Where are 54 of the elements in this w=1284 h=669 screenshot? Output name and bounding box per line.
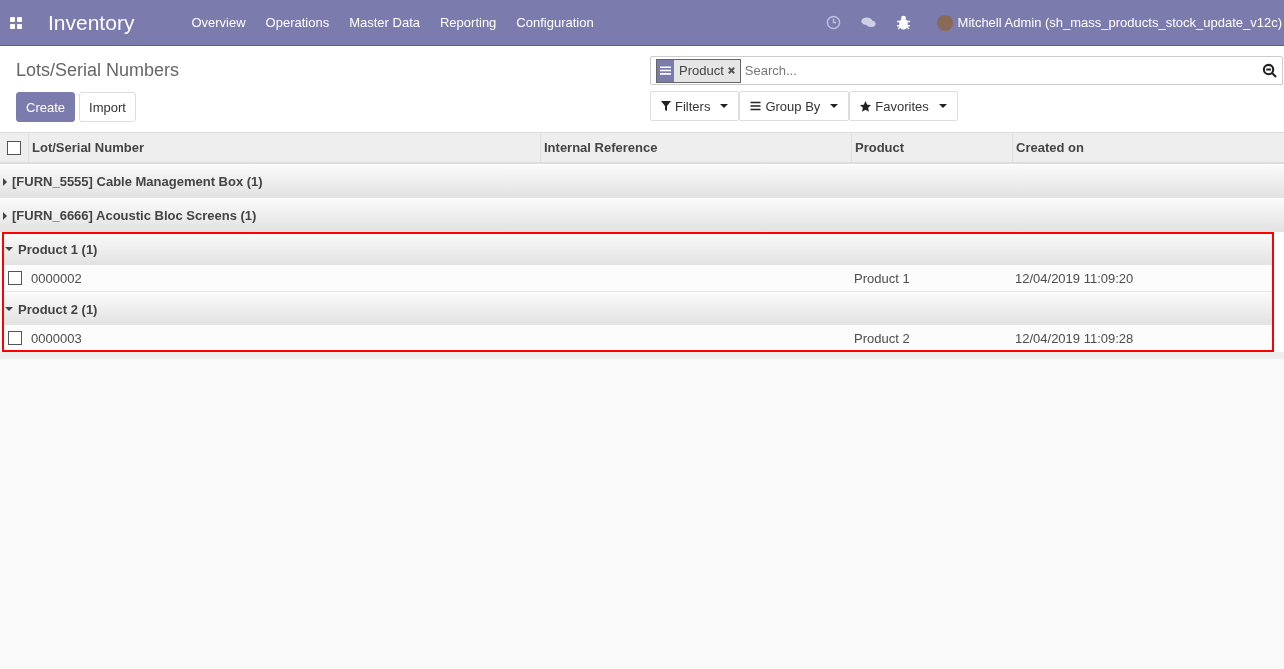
table-cell: Product 1 (854, 270, 910, 286)
apps-grid-icon[interactable] (10, 16, 22, 29)
menu-item[interactable]: Reporting (430, 15, 507, 30)
row-checkbox[interactable] (8, 331, 22, 345)
group-row[interactable]: [FURN_5555] Cable Management Box (1) (0, 164, 1284, 198)
menu-item[interactable]: Operations (255, 15, 340, 30)
group-label: [FURN_5555] Cable Management Box (1) (12, 174, 263, 189)
group-row[interactable]: [FURN_6666] Acoustic Bloc Screens (1) (0, 198, 1284, 232)
search-icon[interactable] (1262, 63, 1277, 78)
create-button[interactable]: Create (16, 92, 76, 122)
group-by-icon (657, 59, 674, 82)
row-checkbox[interactable] (8, 271, 22, 285)
group-label: [FURN_6666] Acoustic Bloc Screens (1) (12, 208, 257, 223)
group-row[interactable]: Product 2 (1) (2, 292, 1274, 325)
group-by-dropdown[interactable]: Group By (739, 91, 850, 121)
app-title: Inventory (48, 10, 135, 35)
menu-item[interactable]: Overview (181, 15, 256, 30)
page-title: Lots/Serial Numbers (16, 60, 180, 81)
bug-icon[interactable] (895, 15, 911, 30)
menu-item[interactable]: Master Data (339, 15, 430, 30)
chat-icon[interactable] (860, 15, 876, 30)
caret-down-icon (5, 307, 13, 311)
favorites-dropdown[interactable]: Favorites (849, 91, 958, 121)
table-cell: 0000002 (31, 270, 82, 286)
caret-down-icon (5, 247, 13, 251)
caret-icon (720, 104, 729, 108)
close-icon[interactable] (726, 66, 736, 75)
table-cell: Product 2 (854, 330, 910, 346)
caret-right-icon (3, 211, 7, 220)
star-icon (860, 100, 872, 112)
list-icon (750, 101, 762, 111)
table-cell: 12/04/2019 11:09:28 (1015, 330, 1134, 346)
facet-label: Product (678, 63, 725, 78)
group-label: Product 1 (1) (18, 241, 98, 257)
funnel-icon (661, 101, 671, 111)
filters-dropdown[interactable]: Filters (650, 91, 740, 121)
caret-right-icon (3, 177, 7, 186)
menu-item[interactable]: Configuration (506, 15, 604, 30)
search-field[interactable]: Product Search... (650, 56, 1283, 85)
import-button[interactable]: Import (79, 92, 136, 122)
select-all-checkbox[interactable] (7, 140, 21, 155)
column-header[interactable]: Created on (1012, 133, 1284, 162)
table-cell: 0000003 (31, 330, 82, 346)
avatar (936, 14, 953, 31)
column-header[interactable]: Internal Reference (540, 133, 851, 162)
column-header[interactable]: Lot/Serial Number (28, 133, 540, 162)
caret-icon (830, 104, 839, 108)
user-menu[interactable]: Mitchell Admin (sh_mass_products_stock_update_v12c) (957, 15, 1282, 30)
search-facet[interactable]: Product (656, 58, 741, 83)
group-row[interactable]: Product 1 (1) (2, 232, 1274, 265)
group-label: Product 2 (1) (18, 301, 98, 317)
column-header[interactable]: Product (851, 133, 1012, 162)
table-cell: 12/04/2019 11:09:20 (1015, 270, 1134, 286)
caret-icon (938, 104, 947, 108)
